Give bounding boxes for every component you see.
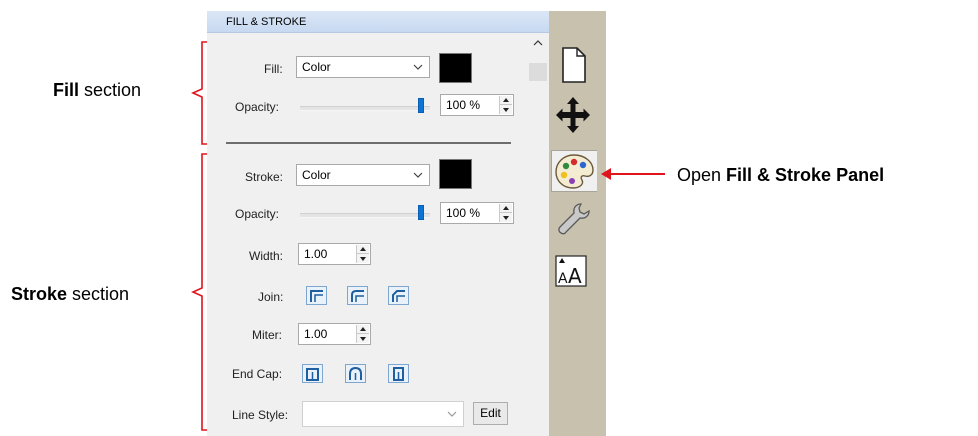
fill-stroke-tab[interactable] <box>551 150 597 192</box>
fill-section-callout: Fill section <box>53 80 142 100</box>
round-cap-icon <box>349 366 362 380</box>
line-style-label: Line Style: <box>232 408 289 422</box>
svg-text:A: A <box>558 271 568 287</box>
bevel-join-button[interactable] <box>388 286 409 305</box>
scrollbar-thumb[interactable] <box>529 63 547 81</box>
square-cap-button[interactable] <box>388 364 409 383</box>
stroke-section-callout: Stroke section <box>11 284 130 304</box>
miter-join-icon <box>310 290 323 302</box>
stroke-label: Stroke: <box>245 170 284 184</box>
fill-opacity-spin-buttons[interactable] <box>499 96 512 114</box>
stroke-width-input[interactable]: 1.00 <box>298 243 371 265</box>
fill-opacity-slider-thumb[interactable] <box>418 98 424 113</box>
panel-title-bar: FILL & STROKE <box>207 11 549 33</box>
callout-arrowhead <box>601 168 611 180</box>
panel-title: FILL & STROKE <box>226 16 307 28</box>
round-join-button[interactable] <box>347 286 368 305</box>
fill-opacity-label: Opacity: <box>235 100 280 114</box>
svg-text:A: A <box>568 264 582 288</box>
chevron-down-icon <box>413 64 423 70</box>
fill-opacity-input[interactable]: 100 % <box>440 94 514 116</box>
stroke-opacity-label: Opacity: <box>235 207 280 221</box>
move-arrows-icon <box>556 97 590 133</box>
butt-cap-button[interactable] <box>302 364 323 383</box>
stroke-type-select[interactable]: Color <box>296 164 430 186</box>
stroke-opacity-spin-buttons[interactable] <box>499 204 512 222</box>
miter-label: Miter: <box>252 328 282 342</box>
open-panel-callout: Open Fill & Stroke Panel <box>677 165 885 185</box>
tools-tab[interactable] <box>551 198 597 240</box>
wrench-icon <box>558 203 590 235</box>
square-cap-icon <box>393 367 404 381</box>
document-icon <box>562 47 586 83</box>
end-cap-label: End Cap: <box>232 367 283 381</box>
fill-type-select[interactable]: Color <box>296 56 430 78</box>
bevel-join-icon <box>392 290 405 302</box>
move-tab[interactable] <box>551 94 597 136</box>
stroke-width-label: Width: <box>249 249 284 263</box>
miter-limit-spin-buttons[interactable] <box>356 325 369 343</box>
stroke-opacity-slider-thumb[interactable] <box>418 205 424 220</box>
palette-icon <box>555 154 594 189</box>
stroke-opacity-slider[interactable] <box>300 213 430 218</box>
line-style-select[interactable] <box>302 401 464 427</box>
miter-limit-input[interactable]: 1.00 <box>298 323 371 345</box>
scroll-up-icon[interactable] <box>527 36 549 50</box>
fill-label: Fill: <box>264 62 283 76</box>
stroke-opacity-input[interactable]: 100 % <box>440 202 514 224</box>
text-tab[interactable]: A A <box>551 250 597 292</box>
join-label: Join: <box>258 290 284 304</box>
text-size-icon: A A <box>555 255 587 288</box>
stroke-color-swatch[interactable] <box>439 159 472 189</box>
chevron-down-icon <box>413 172 423 178</box>
line-style-edit-button[interactable]: Edit <box>473 402 508 425</box>
section-divider <box>226 142 511 144</box>
butt-cap-icon <box>306 368 319 381</box>
fill-color-swatch[interactable] <box>439 53 472 83</box>
callout-arrow-line <box>609 173 665 175</box>
miter-join-button[interactable] <box>306 286 327 305</box>
round-join-icon <box>351 290 364 302</box>
panel-scrollbar[interactable] <box>527 33 549 436</box>
fill-opacity-slider[interactable] <box>300 106 430 111</box>
chevron-down-icon <box>447 411 457 417</box>
stroke-width-spin-buttons[interactable] <box>356 245 369 263</box>
document-tab[interactable] <box>551 44 597 86</box>
round-cap-button[interactable] <box>345 364 366 383</box>
